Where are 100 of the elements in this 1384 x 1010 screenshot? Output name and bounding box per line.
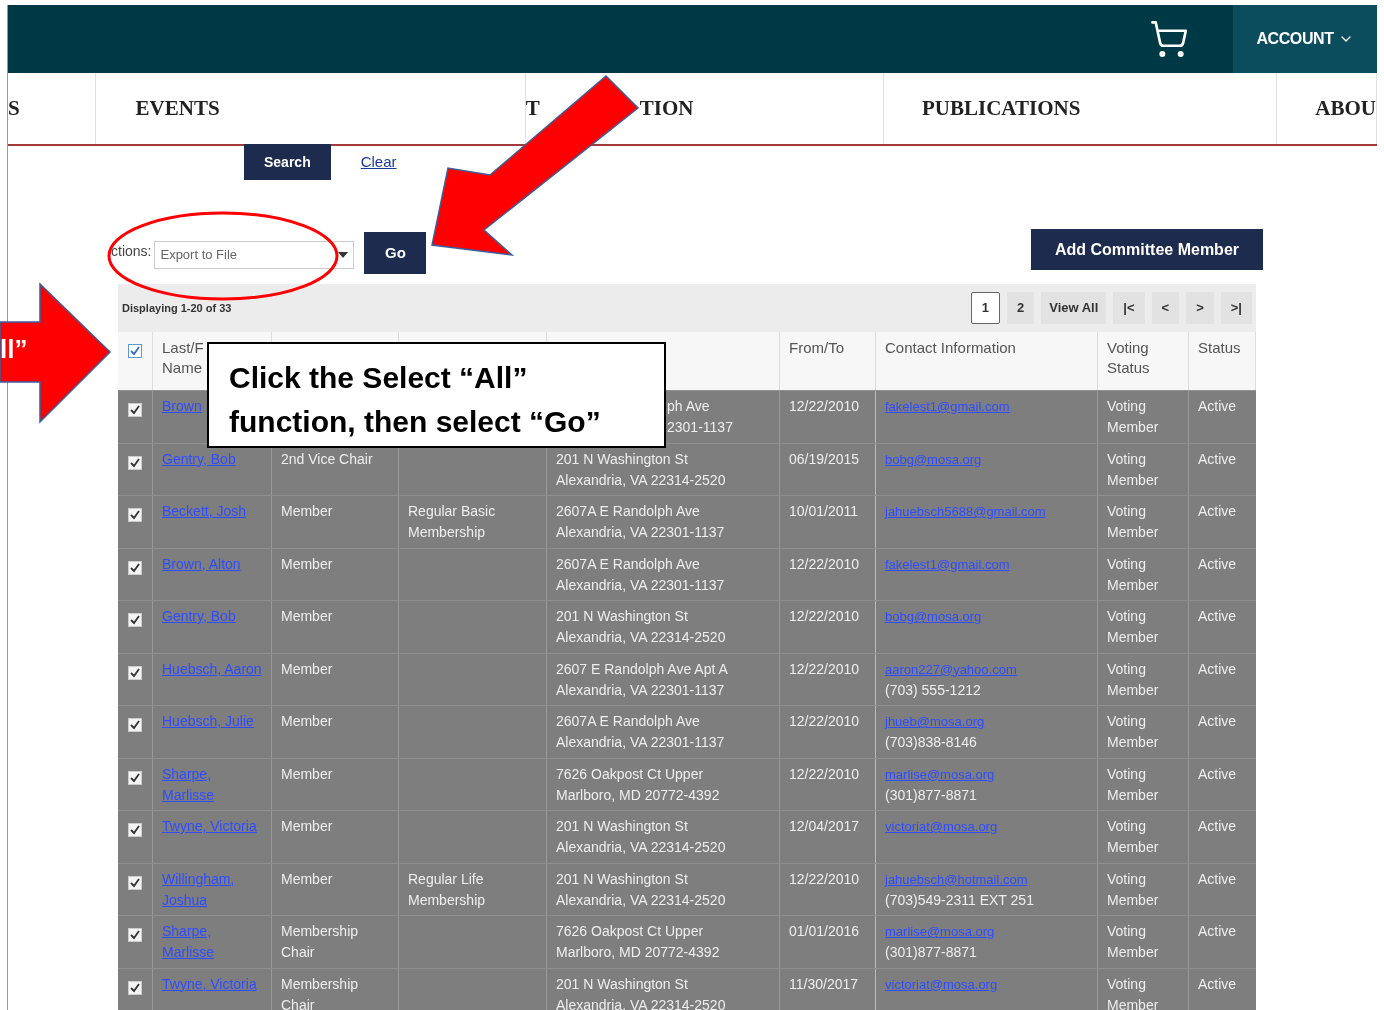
member-name-link[interactable]: Gentry, Bob	[162, 448, 236, 470]
table-cell: Voting Member	[1107, 765, 1159, 803]
table-cell-text: Alexandria, VA 22301-1137	[556, 575, 726, 595]
checkbox[interactable]	[128, 875, 142, 890]
table-cell: Membership Chair	[281, 923, 359, 960]
dropdown-icon	[338, 252, 349, 258]
member-name-link[interactable]: Sharpe, Marlisse	[162, 763, 262, 806]
checkbox[interactable]	[128, 770, 142, 785]
table-cell: Active	[1198, 975, 1237, 992]
table-cell: Voting Member	[1107, 713, 1159, 750]
go-button[interactable]: Go	[364, 232, 427, 274]
table-cell: Member	[281, 660, 333, 677]
table-cell-text: ph Ave	[667, 397, 711, 416]
email-link[interactable]: bobg@mosa.org	[885, 606, 982, 627]
account-menu[interactable]: ACCOUNT	[1233, 5, 1377, 73]
table-cell-text: 201 N Washington St	[556, 449, 689, 469]
table-cell-text: (301)877-8871	[885, 943, 977, 962]
table-cell: Member	[281, 555, 333, 572]
checkbox[interactable]	[128, 403, 142, 417]
arrow-label: ll”	[0, 336, 28, 362]
checkbox[interactable]	[128, 455, 142, 470]
table-cell: 12/22/2010	[789, 660, 860, 677]
table-cell: 12/22/2010	[789, 608, 860, 624]
member-name-link[interactable]: Twyne, Victoria	[162, 973, 257, 995]
table-cell: Member	[281, 765, 333, 782]
table-cell: Voting Member	[1107, 608, 1159, 645]
clear-link[interactable]: Clear	[360, 150, 397, 174]
pagination-button[interactable]: 1	[970, 292, 1000, 324]
checkbox[interactable]	[128, 823, 142, 837]
pagination-button[interactable]: <	[1151, 292, 1180, 324]
column-header: Status	[1198, 339, 1241, 356]
table-cell: 12/22/2010	[789, 765, 860, 782]
pagination-button[interactable]: >	[1186, 292, 1214, 324]
table-cell: Active	[1198, 870, 1237, 887]
actions-select[interactable]: Export to File	[154, 241, 355, 269]
member-name-link[interactable]: Huebsch, Aaron	[162, 658, 262, 680]
checkbox[interactable]	[128, 344, 142, 358]
table-cell-text: Alexandria, VA 22314-2520	[556, 838, 727, 857]
table-cell: Voting Member	[1107, 555, 1159, 593]
pagination-button[interactable]: 2	[1006, 292, 1035, 324]
table-cell: Voting Member	[1107, 503, 1159, 540]
column-header: Last/F Name	[162, 338, 205, 378]
email-link[interactable]: aaron227@yahoo.com	[885, 658, 1017, 680]
callout-text: Click the Select “All” function, then select “Go”	[229, 360, 602, 440]
email-link[interactable]: fakelest1@gmail.com	[885, 396, 1010, 417]
table-cell: Voting Member	[1107, 660, 1159, 698]
displaying-count: Displaying 1-20 of 33	[122, 301, 232, 316]
checkbox[interactable]	[128, 508, 142, 522]
nav-link[interactable]: ABOU	[1315, 92, 1376, 125]
member-name-link[interactable]: Willingham, Joshua	[162, 868, 262, 911]
table-cell-text: Alexandria, VA 22314-2520	[556, 470, 727, 490]
table-cell-text: 201 N Washington St	[556, 817, 689, 836]
column-header: From/To	[789, 339, 844, 356]
table-cell: Active	[1198, 765, 1237, 782]
member-name-link[interactable]: Brown, Alton	[162, 553, 241, 575]
table-cell: 11/30/2017	[789, 975, 859, 992]
table-cell-text: Marlboro, MD 20772-4392	[556, 785, 721, 805]
email-link[interactable]: jahuebsch@hotmail.com	[885, 868, 1028, 890]
table-cell: Member	[281, 608, 333, 624]
table-cell-text: Alexandria, VA 22301-1137	[556, 680, 726, 700]
member-name-link[interactable]: Gentry, Bob	[162, 606, 236, 627]
email-link[interactable]: jhueb@mosa.org	[885, 711, 985, 732]
member-name-link[interactable]: Beckett, Josh	[162, 501, 247, 522]
pagination-button[interactable]: |<	[1113, 292, 1145, 324]
nav-link[interactable]: PUBLICATIONS	[922, 92, 1081, 125]
table-cell-text: 201 N Washington St	[556, 607, 689, 626]
checkbox[interactable]	[128, 560, 142, 575]
table-cell: Active	[1198, 923, 1237, 939]
nav-link[interactable]: S	[8, 92, 20, 125]
search-button[interactable]: Search	[244, 144, 331, 180]
member-name-link[interactable]: Sharpe, Marlisse	[162, 921, 262, 963]
pagination-button[interactable]: View All	[1041, 292, 1107, 324]
nav-link[interactable]: EVENTS	[135, 92, 220, 125]
email-link[interactable]: victoriat@mosa.org	[885, 973, 998, 995]
email-link[interactable]: bobg@mosa.org	[885, 448, 982, 470]
checkbox[interactable]	[128, 665, 142, 680]
email-link[interactable]: marlise@mosa.org	[885, 763, 995, 785]
table-cell: Membership Chair	[281, 975, 359, 1010]
table-cell: Active	[1198, 818, 1237, 834]
checkbox[interactable]	[128, 718, 142, 732]
member-name-link[interactable]: Huebsch, Julie	[162, 711, 254, 732]
member-name-link[interactable]: Twyne, Victoria	[162, 816, 257, 837]
table-cell: Active	[1198, 398, 1237, 414]
nav-link[interactable]: T	[525, 92, 540, 125]
email-link[interactable]: victoriat@mosa.org	[885, 816, 998, 837]
nav-link[interactable]: TION	[639, 92, 694, 125]
email-link[interactable]: marlise@mosa.org	[885, 921, 995, 942]
add-member-button[interactable]: Add Committee Member	[1031, 229, 1263, 270]
table-cell-text: (703)838-8146	[885, 733, 977, 752]
member-name-link[interactable]: Brown	[162, 396, 202, 417]
checkbox[interactable]	[128, 980, 142, 995]
checkbox[interactable]	[128, 613, 142, 627]
pagination-button[interactable]: >|	[1220, 292, 1252, 324]
email-link[interactable]: jahuebsch5688@gmail.com	[885, 501, 1046, 522]
table-cell: Active	[1198, 608, 1237, 624]
checkbox[interactable]	[128, 928, 142, 942]
email-link[interactable]: fakelest1@gmail.com	[885, 553, 1010, 575]
table-cell: 2nd Vice Chair	[281, 450, 373, 467]
table-cell-text: 2607A E Randolph Ave	[556, 712, 701, 731]
table-cell: Voting Member	[1107, 870, 1159, 908]
